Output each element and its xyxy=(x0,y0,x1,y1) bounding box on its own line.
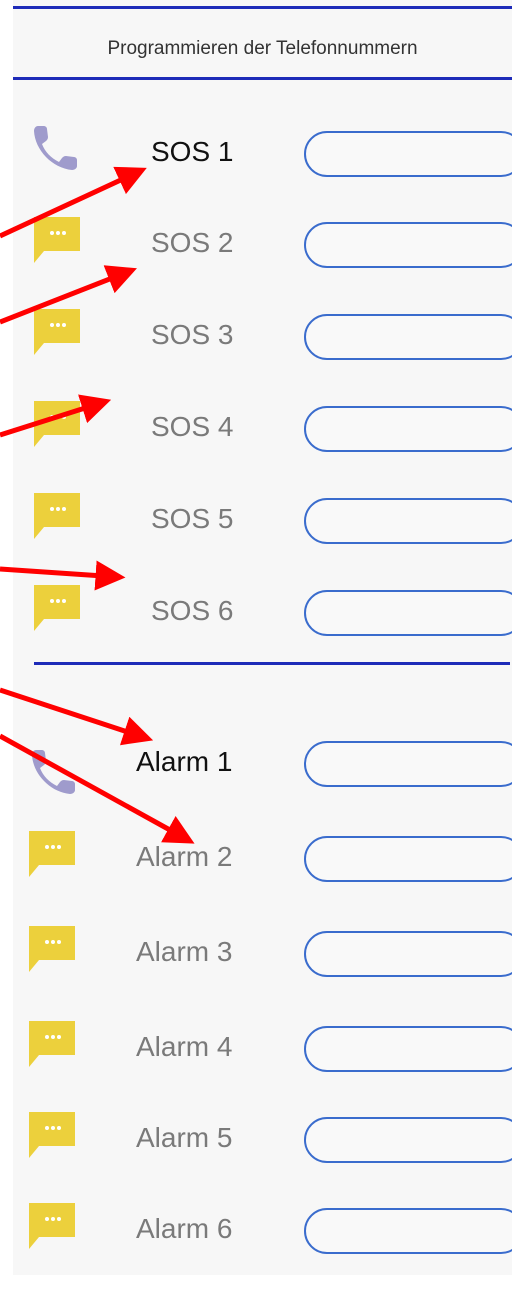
alarm-number-field[interactable] xyxy=(304,1208,512,1254)
message-icon xyxy=(34,217,80,263)
alarm-label: Alarm 1 xyxy=(136,746,233,777)
message-icon xyxy=(29,1112,75,1158)
alarm-row-3: Alarm 3 xyxy=(0,922,512,982)
sos-row-1: SOS 1 xyxy=(0,122,512,182)
alarm-number-field[interactable] xyxy=(304,741,512,787)
header-divider xyxy=(13,77,512,80)
top-divider xyxy=(13,6,512,9)
sos-number-field[interactable] xyxy=(304,222,512,268)
section-divider xyxy=(34,662,510,665)
sos-number-field[interactable] xyxy=(304,314,512,360)
sos-row-4: SOS 4 xyxy=(0,397,512,457)
alarm-number-field[interactable] xyxy=(304,836,512,882)
alarm-label: Alarm 3 xyxy=(136,936,233,967)
alarm-row-6: Alarm 6 xyxy=(0,1199,512,1259)
message-icon xyxy=(34,493,80,539)
sos-row-2: SOS 2 xyxy=(0,213,512,273)
sos-number-field[interactable] xyxy=(304,590,512,636)
alarm-number-field[interactable] xyxy=(304,1117,512,1163)
alarm-row-4: Alarm 4 xyxy=(0,1017,512,1077)
sos-row-3: SOS 3 xyxy=(0,305,512,365)
alarm-row-2: Alarm 2 xyxy=(0,827,512,887)
message-icon xyxy=(34,401,80,447)
sos-number-field[interactable] xyxy=(304,498,512,544)
message-icon xyxy=(29,831,75,877)
page-title: Programmieren der Telefonnummern xyxy=(107,38,418,59)
sos-number-field[interactable] xyxy=(304,131,512,177)
sos-label: SOS 2 xyxy=(151,227,234,258)
alarm-label: Alarm 6 xyxy=(136,1213,233,1244)
alarm-number-field[interactable] xyxy=(304,1026,512,1072)
sos-row-6: SOS 6 xyxy=(0,581,512,641)
message-icon xyxy=(34,309,80,355)
sos-number-field[interactable] xyxy=(304,406,512,452)
alarm-row-5: Alarm 5 xyxy=(0,1108,512,1168)
sos-row-5: SOS 5 xyxy=(0,489,512,549)
message-icon xyxy=(29,926,75,972)
message-icon xyxy=(29,1021,75,1067)
message-icon xyxy=(34,585,80,631)
phone-icon xyxy=(32,750,75,794)
sos-label: SOS 4 xyxy=(151,411,234,442)
alarm-label: Alarm 4 xyxy=(136,1031,233,1062)
sos-label: SOS 6 xyxy=(151,595,234,626)
sos-label: SOS 1 xyxy=(151,136,234,167)
sos-label: SOS 5 xyxy=(151,503,234,534)
phone-icon xyxy=(34,126,77,170)
sos-label: SOS 3 xyxy=(151,319,234,350)
alarm-row-1: Alarm 1 xyxy=(0,732,512,794)
message-icon xyxy=(29,1203,75,1249)
alarm-label: Alarm 2 xyxy=(136,841,233,872)
alarm-number-field[interactable] xyxy=(304,931,512,977)
alarm-label: Alarm 5 xyxy=(136,1122,233,1153)
